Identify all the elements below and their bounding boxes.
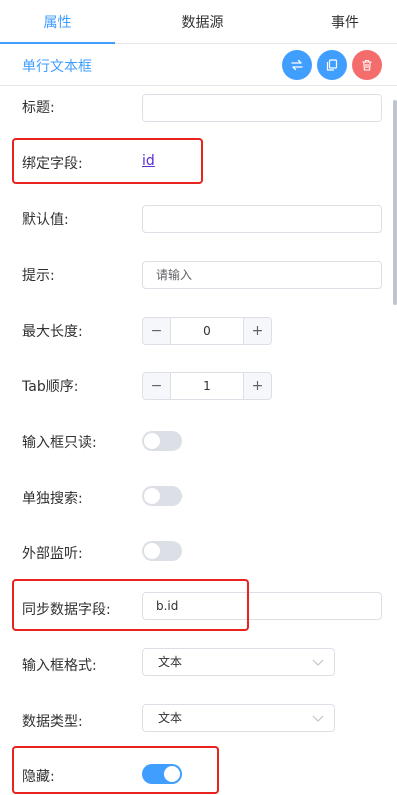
copy-icon (326, 59, 338, 71)
data-type-value: 文本 (158, 711, 183, 725)
external-listen-label: 外部监听: (22, 546, 83, 562)
swap-button[interactable] (282, 50, 312, 80)
switch-knob (144, 543, 160, 559)
bind-field-label: 绑定字段: (22, 156, 83, 172)
hint-label: 提示: (22, 268, 55, 284)
tab-order-label: Tab顺序: (22, 379, 79, 395)
copy-button[interactable] (317, 50, 347, 80)
tab-datasource[interactable]: 数据源 (145, 0, 260, 44)
tab-order-stepper: − 1 + (142, 372, 272, 400)
widget-header: 单行文本框 (0, 44, 397, 86)
swap-icon (291, 59, 303, 71)
max-length-stepper: − 0 + (142, 317, 272, 345)
readonly-switch[interactable] (142, 431, 182, 451)
input-format-select[interactable]: 文本 (142, 648, 335, 676)
switch-knob (144, 488, 160, 504)
tab-order-value[interactable]: 1 (171, 373, 243, 399)
chevron-down-icon (312, 715, 324, 722)
tab-bar: 属性 数据源 事件 (0, 0, 397, 44)
title-input[interactable] (142, 94, 382, 122)
separate-search-label: 单独搜索: (22, 491, 83, 507)
widget-title: 单行文本框 (22, 59, 92, 75)
tab-properties[interactable]: 属性 (0, 0, 115, 44)
separate-search-switch[interactable] (142, 486, 182, 506)
readonly-label: 输入框只读: (22, 435, 97, 451)
delete-button[interactable] (352, 50, 382, 80)
title-label: 标题: (22, 100, 55, 116)
hidden-switch[interactable] (142, 764, 182, 784)
chevron-down-icon (312, 659, 324, 666)
max-length-increment-button[interactable]: + (243, 318, 271, 344)
bind-field-link[interactable]: id (142, 153, 155, 169)
input-format-value: 文本 (158, 655, 183, 669)
data-type-label: 数据类型: (22, 714, 83, 730)
tab-order-increment-button[interactable]: + (243, 373, 271, 399)
trash-icon (362, 59, 372, 71)
data-type-select[interactable]: 文本 (142, 704, 335, 732)
default-value-input[interactable] (142, 205, 382, 233)
input-format-label: 输入框格式: (22, 658, 97, 674)
tab-order-decrement-button[interactable]: − (143, 373, 171, 399)
sync-field-label: 同步数据字段: (22, 602, 111, 618)
hidden-label: 隐藏: (22, 769, 55, 785)
max-length-value[interactable]: 0 (171, 318, 243, 344)
default-value-label: 默认值: (22, 212, 69, 228)
external-listen-switch[interactable] (142, 541, 182, 561)
switch-knob (164, 766, 180, 782)
sync-field-input[interactable] (142, 592, 382, 620)
max-length-decrement-button[interactable]: − (143, 318, 171, 344)
hint-input[interactable] (142, 261, 382, 289)
scrollbar-thumb[interactable] (393, 100, 397, 305)
tab-events[interactable]: 事件 (300, 0, 390, 44)
switch-knob (144, 433, 160, 449)
max-length-label: 最大长度: (22, 324, 83, 340)
